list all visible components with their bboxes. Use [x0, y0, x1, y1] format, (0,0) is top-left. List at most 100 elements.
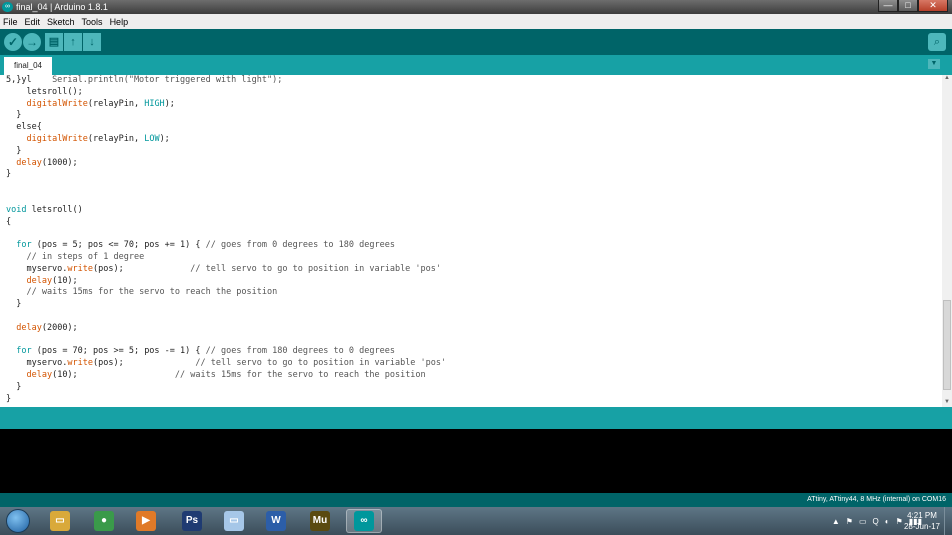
- code-line[interactable]: delay(1000);: [6, 158, 936, 170]
- code-token: );: [164, 98, 175, 109]
- save-sketch-button[interactable]: ↓: [83, 33, 101, 51]
- code-token: }: [6, 145, 22, 156]
- scroll-down-icon[interactable]: ▼: [943, 399, 951, 407]
- taskbar-app-photoshop[interactable]: Ps: [174, 509, 210, 533]
- close-button[interactable]: ✕: [918, 0, 948, 12]
- code-line[interactable]: for (pos = 5; pos <= 70; pos += 1) { // …: [6, 240, 936, 252]
- tab-final-04[interactable]: final_04: [4, 57, 52, 75]
- code-line[interactable]: }: [6, 382, 936, 394]
- code-line[interactable]: }: [6, 299, 936, 311]
- code-line[interactable]: myservo.write(pos); // tell servo to go …: [6, 358, 936, 370]
- tray-icon[interactable]: ▲: [832, 517, 840, 526]
- tray-icon[interactable]: Q: [873, 517, 879, 526]
- console-output[interactable]: [0, 429, 952, 493]
- minimize-button[interactable]: —: [878, 0, 898, 12]
- code-line[interactable]: // waits 15ms for the servo to reach the…: [6, 287, 936, 299]
- code-token: }: [6, 381, 22, 392]
- code-line[interactable]: digitalWrite(relayPin, HIGH);: [6, 99, 936, 111]
- code-token: (1000);: [41, 157, 78, 168]
- code-line[interactable]: else{: [6, 122, 936, 134]
- arduino-icon: ∞: [354, 511, 374, 531]
- taskbar-app-chrome[interactable]: ●: [86, 509, 122, 533]
- code-line[interactable]: 5,}yl Serial.println("Motor triggered wi…: [6, 75, 936, 87]
- taskbar-app-media-player[interactable]: ▶: [128, 509, 164, 533]
- status-bar: [0, 407, 952, 429]
- code-token: write: [67, 263, 94, 274]
- taskbar-app-arduino[interactable]: ∞: [346, 509, 382, 533]
- menu-help[interactable]: Help: [110, 17, 129, 27]
- open-sketch-button[interactable]: ↑: [64, 33, 82, 51]
- code-line[interactable]: {: [6, 217, 936, 229]
- code-line[interactable]: [6, 335, 936, 347]
- verify-button[interactable]: ✓: [4, 33, 22, 51]
- code-token: for: [16, 346, 32, 357]
- code-token: for: [16, 240, 32, 251]
- code-line[interactable]: delay(10); // waits 15ms for the servo t…: [6, 370, 936, 382]
- toolbar: ✓ → ▤ ↑ ↓ ⌕: [0, 29, 952, 55]
- menu-sketch[interactable]: Sketch: [47, 17, 75, 27]
- code-token: // tell servo to go to position in varia…: [195, 358, 447, 369]
- new-sketch-button[interactable]: ▤: [45, 33, 63, 51]
- code-token: delay: [16, 157, 42, 168]
- menu-tools[interactable]: Tools: [82, 17, 103, 27]
- code-token: write: [67, 358, 94, 369]
- code-line[interactable]: void letsroll(): [6, 205, 936, 217]
- code-line[interactable]: }: [6, 169, 936, 181]
- code-token: Serial.println("Motor triggered with lig…: [52, 75, 283, 85]
- code-token: // in steps of 1 degree: [26, 251, 145, 262]
- code-token: myservo.: [6, 263, 68, 274]
- serial-monitor-button[interactable]: ⌕: [928, 33, 946, 51]
- code-token: (relayPin,: [87, 133, 145, 144]
- code-line[interactable]: delay(2000);: [6, 323, 936, 335]
- clock[interactable]: 4:21 PM 28-Jun-17: [902, 510, 942, 532]
- vertical-scrollbar[interactable]: ▲ ▼: [942, 75, 952, 407]
- maximize-button[interactable]: □: [898, 0, 918, 12]
- taskbar-app-explorer[interactable]: ▭: [42, 509, 78, 533]
- code-editor[interactable]: 5,}yl Serial.println("Motor triggered wi…: [0, 75, 952, 407]
- code-token: }: [6, 169, 12, 180]
- code-line[interactable]: for (pos = 70; pos >= 5; pos -= 1) { // …: [6, 346, 936, 358]
- scrollbar-thumb[interactable]: [943, 300, 951, 390]
- code-line[interactable]: [6, 228, 936, 240]
- code-token: (pos = 70; pos >= 5; pos -= 1) {: [31, 346, 206, 357]
- code-line[interactable]: [6, 181, 936, 193]
- code-token: (pos = 5; pos <= 70; pos += 1) {: [31, 240, 206, 251]
- code-line[interactable]: letsroll();: [6, 87, 936, 99]
- code-token: digitalWrite: [26, 133, 88, 144]
- code-token: 5,}yl: [6, 75, 53, 85]
- code-token: }: [6, 110, 22, 121]
- code-line[interactable]: [6, 193, 936, 205]
- code-token: delay: [26, 369, 53, 380]
- title-bar: ∞ final_04 | Arduino 1.8.1 — □ ✕: [0, 0, 952, 14]
- code-line[interactable]: myservo.write(pos); // tell servo to go …: [6, 264, 936, 276]
- menu-file[interactable]: File: [3, 17, 18, 27]
- code-line[interactable]: [6, 311, 936, 323]
- taskbar-app-word[interactable]: W: [258, 509, 294, 533]
- taskbar-app-folder[interactable]: ▭: [216, 509, 252, 533]
- code-line[interactable]: }: [6, 110, 936, 122]
- code-token: // waits 15ms for the servo to reach the…: [26, 287, 278, 298]
- code-line[interactable]: }: [6, 394, 936, 406]
- tab-menu-button[interactable]: ▼: [928, 59, 940, 69]
- show-desktop-button[interactable]: [944, 507, 952, 535]
- code-token: delay: [16, 322, 42, 333]
- tab-bar: final_04 ▼: [0, 55, 952, 75]
- code-text[interactable]: 5,}yl Serial.println("Motor triggered wi…: [6, 75, 936, 405]
- tray-icon[interactable]: ◐: [885, 517, 890, 526]
- media-player-icon: ▶: [136, 511, 156, 531]
- code-line[interactable]: // in steps of 1 degree: [6, 252, 936, 264]
- code-token: myservo.: [6, 358, 68, 369]
- upload-button[interactable]: →: [23, 33, 41, 51]
- code-token: (relayPin,: [87, 98, 145, 109]
- taskbar-app-muse[interactable]: Mu: [302, 509, 338, 533]
- code-line[interactable]: }: [6, 146, 936, 158]
- code-line[interactable]: delay(10);: [6, 276, 936, 288]
- scroll-up-icon[interactable]: ▲: [943, 75, 951, 83]
- tray-icon[interactable]: ▭: [859, 517, 867, 526]
- start-button[interactable]: [6, 509, 30, 533]
- tray-icon[interactable]: ⚑: [846, 517, 853, 526]
- code-line[interactable]: digitalWrite(relayPin, LOW);: [6, 134, 936, 146]
- menu-edit[interactable]: Edit: [25, 17, 41, 27]
